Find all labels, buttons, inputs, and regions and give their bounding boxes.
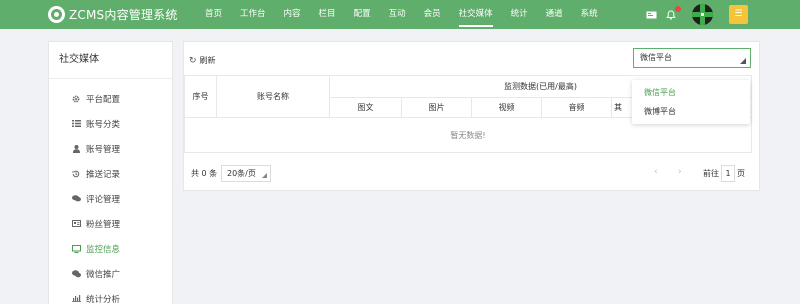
nav-item-member[interactable]: 会员 <box>415 0 450 29</box>
platform-select[interactable]: 微信平台 <box>633 48 751 68</box>
nav-item-system[interactable]: 系统 <box>572 0 607 29</box>
column-header-article: 图文 <box>329 97 402 118</box>
avatar[interactable] <box>692 4 713 25</box>
sidebar-item-platform-config[interactable]: 平台配置 <box>49 86 172 111</box>
sidebar-item-label: 账号分类 <box>86 119 121 130</box>
platform-dropdown: 微信平台 微博平台 <box>632 80 750 124</box>
sidebar-item-push-records[interactable]: 推送记录 <box>49 161 172 186</box>
nav-item-content[interactable]: 内容 <box>275 0 310 29</box>
nav-item-channel[interactable]: 通道 <box>537 0 572 29</box>
sidebar-item-monitor-info[interactable]: 监控信息 <box>49 236 172 261</box>
app-logo[interactable]: ZCMS内容管理系统 <box>48 5 178 23</box>
sidebar-item-wechat-promotion[interactable]: 微信推广 <box>49 261 172 286</box>
sidebar-item-fans-manage[interactable]: 粉丝管理 <box>49 211 172 236</box>
bar-chart-icon <box>71 295 81 302</box>
column-header-image: 图片 <box>401 97 472 118</box>
sidebar-title: 社交媒体 <box>49 42 172 79</box>
app-title: ZCMS内容管理系统 <box>69 7 178 22</box>
refresh-label: 刷新 <box>199 56 216 65</box>
nav-item-interaction[interactable]: 互动 <box>380 0 415 29</box>
gear-icon <box>71 95 81 103</box>
nav-item-workbench[interactable]: 工作台 <box>231 0 275 29</box>
sidebar-item-comment-manage[interactable]: 评论管理 <box>49 186 172 211</box>
column-header-video: 视频 <box>471 97 542 118</box>
main-nav: 首页 工作台 内容 栏目 配置 互动 会员 社交媒体 统计 通道 系统 <box>196 0 607 29</box>
nav-item-catalog[interactable]: 栏目 <box>310 0 345 29</box>
sidebar-item-label: 粉丝管理 <box>86 219 121 230</box>
next-page-button[interactable]: › <box>678 167 682 177</box>
sidebar-item-label: 账号管理 <box>86 144 121 155</box>
sidebar-item-label: 监控信息 <box>86 244 121 255</box>
list-icon <box>71 120 81 127</box>
sidebar-item-label: 推送记录 <box>86 169 121 180</box>
column-header-audio: 音频 <box>541 97 612 118</box>
bell-icon[interactable] <box>664 0 681 29</box>
goto-suffix: 页 <box>737 169 745 178</box>
nav-item-home[interactable]: 首页 <box>196 0 231 29</box>
sidebar-item-label: 统计分析 <box>86 294 121 304</box>
wechat-icon <box>71 269 81 278</box>
sidebar: 社交媒体 平台配置 账号分类 账号管理 推送记录 评论管理 粉丝管理 监控信息 … <box>48 41 173 304</box>
column-header-index: 序号 <box>184 75 217 118</box>
dropdown-option-weibo[interactable]: 微博平台 <box>632 102 750 121</box>
user-icon <box>71 144 81 153</box>
select-arrow-icon <box>740 58 746 64</box>
nav-item-statistics[interactable]: 统计 <box>502 0 537 29</box>
refresh-icon: ↻ <box>189 55 197 66</box>
pagination: 共 0 条 20条/页 ‹ › 前往 1 页 <box>184 165 751 183</box>
id-card-icon <box>71 220 81 227</box>
app-tile-icon[interactable]: ☰ <box>729 5 748 24</box>
nav-item-config[interactable]: 配置 <box>345 0 380 29</box>
goto-label: 前往 <box>703 169 719 178</box>
platform-select-value: 微信平台 <box>640 53 672 62</box>
goto-page-input[interactable]: 1 <box>721 165 735 182</box>
column-header-other-label: 其 <box>614 103 622 112</box>
sidebar-item-account-manage[interactable]: 账号管理 <box>49 136 172 161</box>
refresh-button[interactable]: ↻ 刷新 <box>189 55 216 66</box>
sidebar-item-label: 评论管理 <box>86 194 121 205</box>
total-count: 共 0 条 <box>191 169 218 178</box>
sidebar-item-label: 微信推广 <box>86 269 121 280</box>
sidebar-item-label: 平台配置 <box>86 94 121 105</box>
sidebar-item-account-category[interactable]: 账号分类 <box>49 111 172 136</box>
page-size-select[interactable]: 20条/页 <box>221 165 271 182</box>
nav-item-social-media[interactable]: 社交媒体 <box>450 0 502 29</box>
comments-icon <box>71 195 81 202</box>
monitor-icon <box>71 244 81 253</box>
dropdown-option-wechat[interactable]: 微信平台 <box>632 83 750 102</box>
top-navbar: ZCMS内容管理系统 首页 工作台 内容 栏目 配置 互动 会员 社交媒体 统计… <box>0 0 800 29</box>
history-icon <box>71 170 81 178</box>
sidebar-item-statistics[interactable]: 统计分析 <box>49 286 172 304</box>
notification-badge <box>675 6 681 12</box>
page-size-value: 20条/页 <box>227 169 256 178</box>
id-card-icon[interactable] <box>644 0 658 29</box>
select-arrow-icon <box>262 173 267 178</box>
logo-icon <box>48 5 65 23</box>
column-header-account-name: 账号名称 <box>216 75 330 118</box>
prev-page-button[interactable]: ‹ <box>654 167 658 177</box>
